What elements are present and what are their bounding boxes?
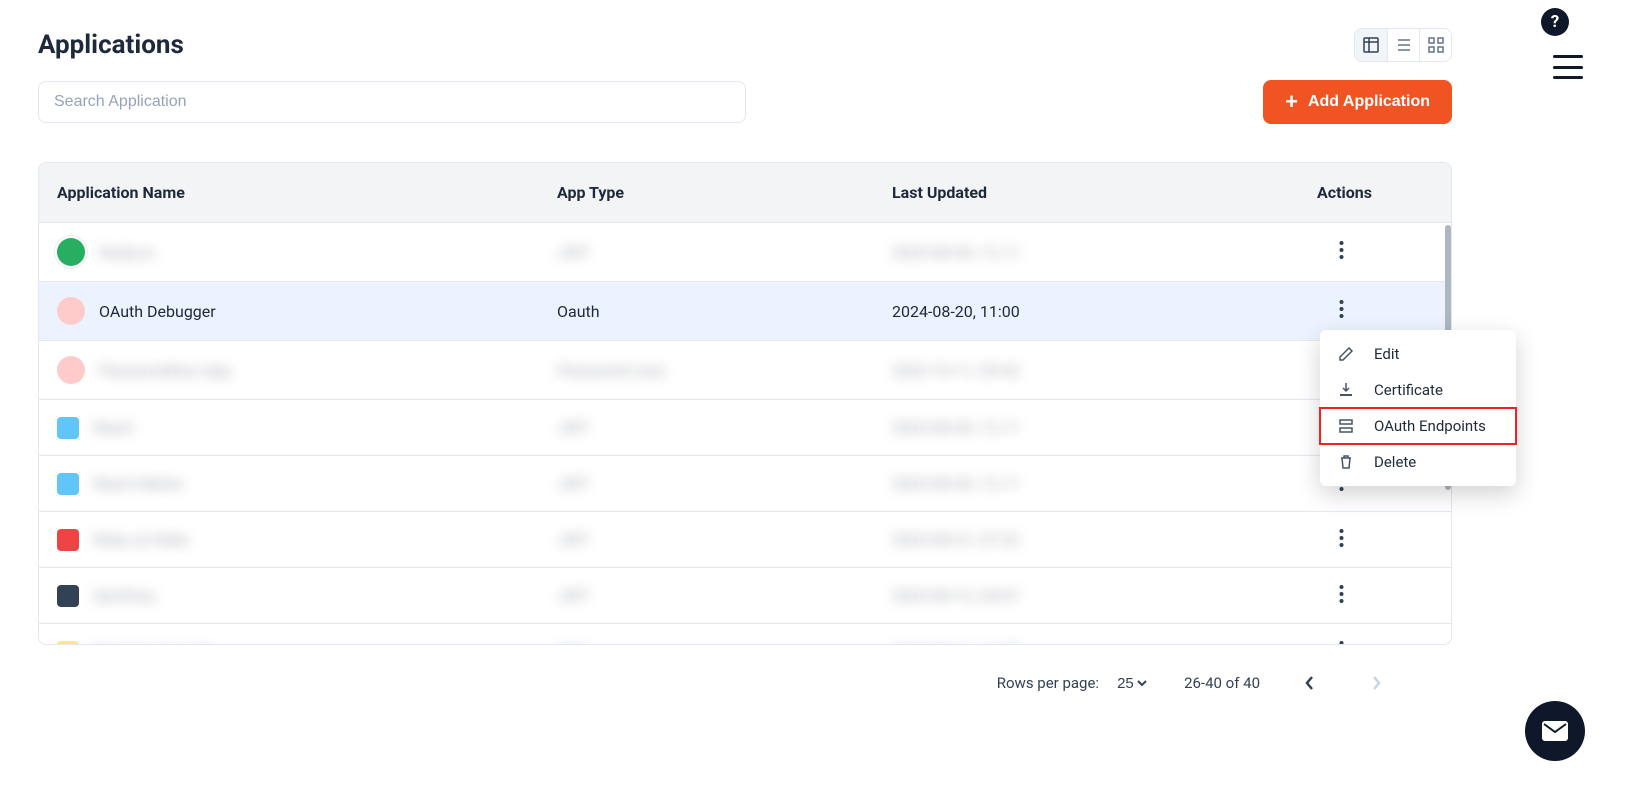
last-updated: 2024-08-20, 11:00 xyxy=(892,302,1020,321)
view-toggle xyxy=(1354,28,1452,62)
app-type: JWT xyxy=(557,474,590,493)
app-type: Password Less xyxy=(557,361,665,380)
page-range: 26-40 of 40 xyxy=(1184,674,1260,692)
app-avatar xyxy=(57,473,79,495)
contact-button[interactable] xyxy=(1525,701,1585,761)
view-grid-button[interactable] xyxy=(1419,29,1451,61)
menu-certificate[interactable]: Certificate xyxy=(1320,372,1516,408)
app-avatar xyxy=(57,417,79,439)
app-avatar xyxy=(57,529,79,551)
chevron-right-icon xyxy=(1370,675,1382,691)
last-updated: 2023-08-30, 12.11 xyxy=(892,418,1020,437)
app-avatar xyxy=(57,297,85,325)
col-last-updated[interactable]: Last Updated xyxy=(874,163,1299,223)
search-input[interactable] xyxy=(38,81,746,123)
app-type: SSO xyxy=(557,642,587,645)
rows-per-page-select[interactable]: 25 xyxy=(1113,674,1150,693)
page-title: Applications xyxy=(38,30,184,60)
menu-oauth-label: OAuth Endpoints xyxy=(1374,417,1486,435)
table-row[interactable]: Passwordless App Password Less 2022-10-11,… xyxy=(39,341,1451,400)
row-context-menu: Edit Certificate OAuth Endpoints Delete xyxy=(1320,330,1516,486)
table-row[interactable]: Ruby on Rails JWT 2023-08-31, 07:22 xyxy=(39,512,1451,568)
col-application-name[interactable]: Application Name xyxy=(39,163,539,223)
mail-icon xyxy=(1542,721,1568,741)
app-avatar xyxy=(57,641,79,646)
kebab-icon xyxy=(1339,584,1344,604)
app-name: Symfony xyxy=(93,586,155,605)
endpoints-icon xyxy=(1338,418,1354,434)
table-row[interactable]: Symfony JWT 2023-08-12, 04:07 xyxy=(39,568,1451,624)
last-updated: 2023-08-30, 12.11 xyxy=(892,243,1020,262)
view-list-button[interactable] xyxy=(1387,29,1419,61)
kebab-icon xyxy=(1339,240,1344,260)
app-name: React xyxy=(93,418,134,437)
chevron-left-icon xyxy=(1304,675,1316,691)
applications-table: Application Name App Type Last Updated A… xyxy=(39,163,1451,645)
hamburger-menu[interactable] xyxy=(1553,55,1583,79)
last-updated: 2023-08-12, 04:07 xyxy=(892,586,1020,605)
last-updated: 2022-10-11, 09:42 xyxy=(892,361,1020,380)
download-icon xyxy=(1338,382,1354,398)
pagination: Rows per page: 25 26-40 of 40 xyxy=(38,645,1452,699)
app-avatar xyxy=(57,356,85,384)
grid-view-icon xyxy=(1428,37,1444,53)
app-name: React Native xyxy=(93,474,183,493)
menu-delete-label: Delete xyxy=(1374,453,1416,471)
menu-oauth-endpoints[interactable]: OAuth Endpoints xyxy=(1320,408,1516,444)
table-row[interactable]: TeamCommunity SSO 2024-08-11, 14:55 xyxy=(39,624,1451,646)
app-name: OAuth Debugger xyxy=(99,302,216,321)
kebab-icon xyxy=(1339,640,1344,646)
applications-table-wrap: Application Name App Type Last Updated A… xyxy=(38,162,1452,645)
col-app-type[interactable]: App Type xyxy=(539,163,874,223)
add-application-label: Add Application xyxy=(1308,93,1430,111)
app-type: JWT xyxy=(557,530,590,549)
row-actions-button[interactable] xyxy=(1327,299,1355,319)
table-row[interactable]: NodeJs JWT 2023-08-30, 12.11 xyxy=(39,223,1451,282)
pencil-icon xyxy=(1338,346,1354,362)
trash-icon xyxy=(1338,454,1354,470)
table-row[interactable]: React JWT 2023-08-30, 12.11 xyxy=(39,400,1451,456)
last-updated: 2023-08-31, 07:22 xyxy=(892,530,1020,549)
row-actions-button[interactable] xyxy=(1327,640,1355,646)
menu-edit-label: Edit xyxy=(1374,345,1399,363)
col-actions: Actions xyxy=(1299,163,1451,223)
menu-delete[interactable]: Delete xyxy=(1320,444,1516,480)
app-type: Oauth xyxy=(557,302,600,321)
list-view-icon xyxy=(1396,37,1412,53)
row-actions-button[interactable] xyxy=(1327,240,1355,260)
table-row[interactable]: OAuth Debugger Oauth 2024-08-20, 11:00 xyxy=(39,282,1451,341)
app-name: Passwordless App xyxy=(99,361,231,380)
table-row[interactable]: React Native JWT 2023-08-30, 12.11 xyxy=(39,456,1451,512)
plus-icon: + xyxy=(1285,91,1298,113)
app-name: TeamCommunity xyxy=(93,642,215,645)
add-application-button[interactable]: + Add Application xyxy=(1263,80,1452,124)
prev-page-button[interactable] xyxy=(1294,667,1326,699)
app-avatar xyxy=(57,238,85,266)
rows-per-page-label: Rows per page: xyxy=(997,674,1099,692)
kebab-icon xyxy=(1339,528,1344,548)
kebab-icon xyxy=(1339,299,1344,319)
app-avatar xyxy=(57,585,79,607)
row-actions-button[interactable] xyxy=(1327,528,1355,548)
last-updated: 2024-08-11, 14:55 xyxy=(892,642,1020,645)
table-view-icon xyxy=(1363,37,1379,53)
app-type: JWT xyxy=(557,586,590,605)
help-button[interactable]: ? xyxy=(1541,8,1569,36)
view-table-button[interactable] xyxy=(1355,29,1387,61)
app-type: JWT xyxy=(557,418,590,437)
app-name: Ruby on Rails xyxy=(93,530,189,549)
app-type: JWT xyxy=(557,243,590,262)
next-page-button[interactable] xyxy=(1360,667,1392,699)
app-name: NodeJs xyxy=(99,243,154,262)
last-updated: 2023-08-30, 12.11 xyxy=(892,474,1020,493)
menu-edit[interactable]: Edit xyxy=(1320,336,1516,372)
menu-certificate-label: Certificate xyxy=(1374,381,1443,399)
row-actions-button[interactable] xyxy=(1327,584,1355,604)
